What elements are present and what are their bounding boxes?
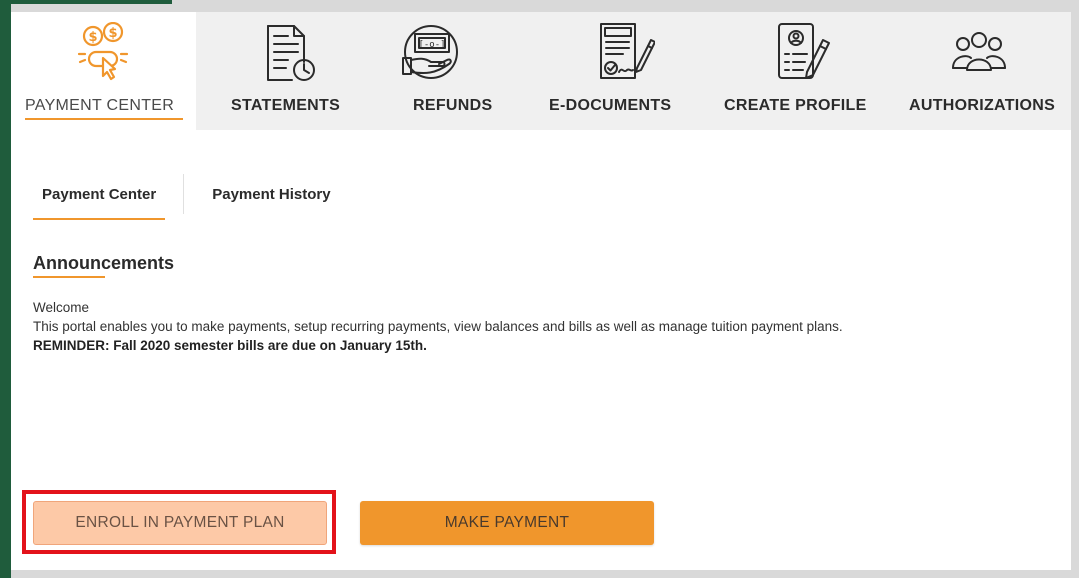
svg-text:$: $ [108,26,117,41]
statement-clock-icon [258,22,318,82]
announcement-welcome: Welcome [33,300,90,315]
subtab-payment-center[interactable]: Payment Center [33,174,166,220]
main-panel: $ $ PAYMENT CENTER STATEMENTS [-o-] REFU… [11,12,1071,570]
announcements-body: Welcome This portal enables you to make … [33,298,1063,355]
nav-payment-center[interactable]: $ $ PAYMENT CENTER [11,12,196,130]
sub-tabs: Payment Center Payment History [33,174,340,220]
nav-authorizations[interactable]: AUTHORIZATIONS [889,12,1071,130]
active-tab-underline [25,118,183,120]
top-navigation: $ $ PAYMENT CENTER STATEMENTS [-o-] REFU… [11,12,1071,130]
profile-edit-icon [773,22,833,82]
announcements-heading: Announcements [33,253,175,273]
signed-document-icon [595,22,656,82]
nav-label: PAYMENT CENTER [25,97,175,114]
money-hand-icon: [-o-] [399,22,459,82]
subtab-payment-history[interactable]: Payment History [202,174,339,214]
announcement-reminder: REMINDER: Fall 2020 semester bills are d… [33,338,427,353]
nav-label: E-DOCUMENTS [549,97,672,114]
nav-label: REFUNDS [413,97,493,114]
svg-text:$: $ [88,30,97,45]
nav-label: STATEMENTS [231,97,341,114]
group-users-icon [949,22,1009,82]
enroll-payment-plan-button[interactable]: ENROLL IN PAYMENT PLAN [33,501,327,545]
make-payment-button[interactable]: MAKE PAYMENT [360,501,654,545]
nav-e-documents[interactable]: E-DOCUMENTS [529,12,709,130]
nav-label: CREATE PROFILE [724,97,867,114]
nav-label: AUTHORIZATIONS [909,97,1056,114]
left-green-strip [0,0,11,578]
announcement-text: This portal enables you to make payments… [33,319,843,334]
nav-statements[interactable]: STATEMENTS [196,12,386,130]
nav-refunds[interactable]: [-o-] REFUNDS [386,12,529,130]
top-green-strip [0,0,172,4]
svg-text:[-o-]: [-o-] [418,40,445,50]
payment-cursor-icon: $ $ [73,21,133,82]
subtab-divider [183,174,185,214]
window-frame: $ $ PAYMENT CENTER STATEMENTS [-o-] REFU… [0,0,1079,578]
announcements-underline [33,276,105,278]
nav-create-profile[interactable]: CREATE PROFILE [709,12,889,130]
